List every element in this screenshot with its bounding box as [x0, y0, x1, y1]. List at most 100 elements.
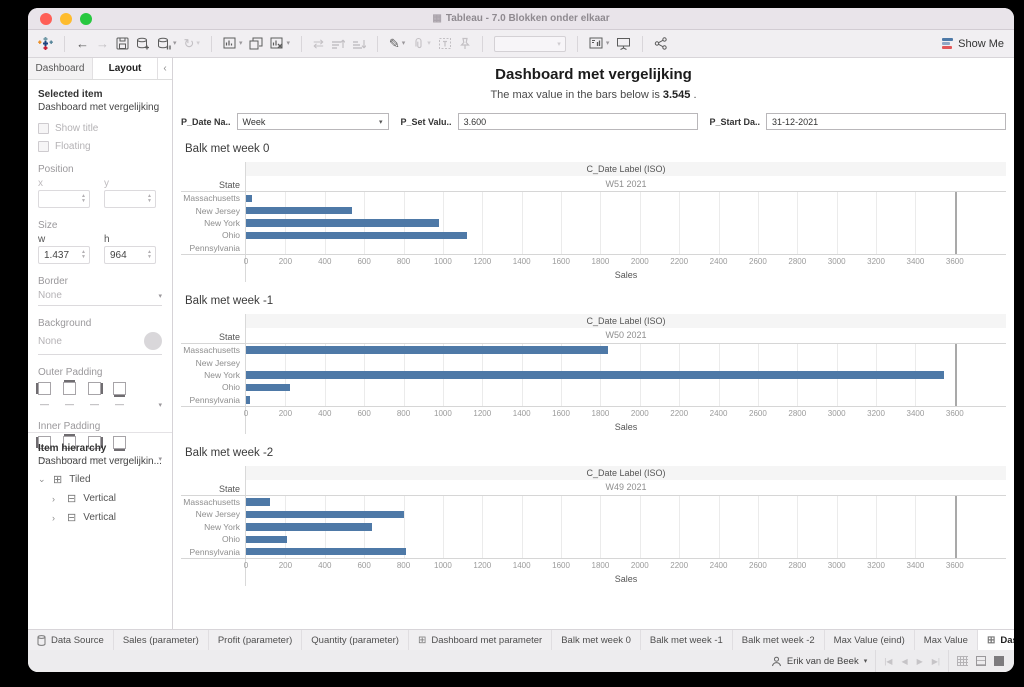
- clear-sheet-button[interactable]: ▾: [270, 37, 290, 50]
- sheet-tab-profit-parameter-[interactable]: Profit (parameter): [209, 630, 302, 650]
- fit-selector[interactable]: ▾: [494, 36, 566, 52]
- show-tabs-view-button[interactable]: [957, 656, 968, 666]
- bar-massachusetts[interactable]: [246, 498, 270, 506]
- category-label[interactable]: Ohio: [222, 533, 240, 545]
- sheet-tab-max-value-eind-[interactable]: Max Value (eind): [825, 630, 915, 650]
- sheet-tab-data-source[interactable]: Data Source: [28, 630, 114, 650]
- x-position-stepper[interactable]: ▲▼: [38, 190, 90, 208]
- param-set-value-input[interactable]: [464, 117, 692, 127]
- bar-new-york[interactable]: [246, 219, 439, 227]
- floating-checkbox[interactable]: [38, 141, 49, 152]
- bar-new-york[interactable]: [246, 523, 372, 531]
- background-select[interactable]: None: [38, 332, 162, 355]
- category-label[interactable]: Massachusetts: [183, 192, 240, 204]
- show-mark-labels-button[interactable]: ▾: [589, 37, 610, 50]
- sheet-tab-max-value[interactable]: Max Value: [915, 630, 978, 650]
- bar-new-jersey[interactable]: [246, 207, 352, 215]
- text-label-button[interactable]: [438, 37, 452, 50]
- fix-axes-pin-button[interactable]: [459, 37, 471, 50]
- x-position-input[interactable]: [39, 194, 75, 205]
- presentation-mode-button[interactable]: [616, 37, 631, 50]
- category-label[interactable]: New Jersey: [196, 508, 240, 520]
- param-start-date-input[interactable]: [772, 117, 1000, 127]
- category-label[interactable]: Massachusetts: [183, 344, 240, 356]
- expander-icon[interactable]: ›: [52, 513, 60, 523]
- undo-button[interactable]: ←: [76, 37, 89, 50]
- sheet-tab-dashboard-met-vergelijking[interactable]: ⊞Dashboard met vergelijking: [978, 630, 1014, 650]
- bar-massachusetts[interactable]: [246, 346, 608, 354]
- tab-dashboard[interactable]: Dashboard: [28, 58, 93, 79]
- new-worksheet-button[interactable]: ▾: [223, 37, 243, 50]
- redo-button[interactable]: →: [96, 37, 109, 50]
- border-select[interactable]: None▾: [38, 290, 162, 306]
- bar-ohio[interactable]: [246, 384, 290, 392]
- bar-new-york[interactable]: [246, 371, 944, 379]
- expander-icon[interactable]: ›: [52, 494, 60, 504]
- bar-new-jersey[interactable]: [246, 511, 404, 519]
- param-start-date-field[interactable]: [766, 113, 1006, 130]
- category-label[interactable]: New Jersey: [196, 356, 240, 368]
- pause-auto-updates-button[interactable]: ▾: [157, 37, 177, 50]
- show-me-button[interactable]: Show Me: [942, 38, 1004, 50]
- bar-massachusetts[interactable]: [246, 195, 252, 203]
- share-button[interactable]: [654, 37, 668, 50]
- category-label[interactable]: New York: [204, 369, 240, 381]
- y-position-input[interactable]: [105, 194, 141, 205]
- highlight-button[interactable]: ✎▾: [389, 37, 405, 50]
- outer-padding-top[interactable]: —: [63, 382, 76, 409]
- sheet-tab-dashboard-met-parameter[interactable]: ⊞Dashboard met parameter: [409, 630, 552, 650]
- sort-descending-button[interactable]: [352, 37, 366, 50]
- category-label[interactable]: Ohio: [222, 229, 240, 241]
- show-filmstrip-view-button[interactable]: [976, 656, 986, 666]
- bar-ohio[interactable]: [246, 232, 467, 240]
- sheet-tab-quantity-parameter-[interactable]: Quantity (parameter): [302, 630, 409, 650]
- tab-layout[interactable]: Layout: [93, 58, 158, 79]
- first-sheet-button[interactable]: |◀: [884, 657, 892, 666]
- category-label[interactable]: New York: [204, 521, 240, 533]
- collapse-pane-button[interactable]: ‹: [158, 58, 172, 79]
- sheet-tab-balk-met-week-1[interactable]: Balk met week -1: [641, 630, 733, 650]
- tree-item-vertical[interactable]: ›⊟Vertical: [52, 492, 162, 505]
- sort-ascending-button[interactable]: [331, 37, 345, 50]
- show-title-checkbox[interactable]: [38, 123, 49, 134]
- tableau-logo-icon[interactable]: [38, 36, 53, 51]
- sheet-tab-balk-met-week-0[interactable]: Balk met week 0: [552, 630, 641, 650]
- sheet-tab-sales-parameter-[interactable]: Sales (parameter): [114, 630, 209, 650]
- category-label[interactable]: Pennsylvania: [189, 242, 240, 254]
- outer-padding-left[interactable]: —: [38, 382, 51, 409]
- bar-pennsylvania[interactable]: [246, 396, 250, 404]
- user-menu[interactable]: Erik van de Beek ▾: [771, 656, 867, 667]
- next-sheet-button[interactable]: ▶: [917, 657, 923, 666]
- save-button[interactable]: [116, 37, 129, 50]
- new-data-source-button[interactable]: [136, 37, 150, 50]
- run-update-button[interactable]: ↻▾: [184, 37, 200, 50]
- height-stepper[interactable]: ▲▼: [104, 246, 156, 264]
- outer-padding-right[interactable]: —: [88, 382, 101, 409]
- param-set-value-field[interactable]: [458, 113, 698, 130]
- bar-ohio[interactable]: [246, 536, 287, 544]
- width-input[interactable]: [39, 250, 75, 261]
- duplicate-sheet-button[interactable]: [249, 37, 263, 50]
- tree-item-vertical[interactable]: ›⊟Vertical: [52, 511, 162, 524]
- category-label[interactable]: Massachusetts: [183, 496, 240, 508]
- y-position-stepper[interactable]: ▲▼: [104, 190, 156, 208]
- outer-padding-dropdown[interactable]: ▾: [158, 401, 162, 409]
- category-label[interactable]: New York: [204, 217, 240, 229]
- swap-rows-columns-button[interactable]: ⇄: [313, 37, 324, 50]
- category-label[interactable]: Ohio: [222, 381, 240, 393]
- background-swatch[interactable]: [144, 332, 162, 350]
- sheet-tab-balk-met-week-2[interactable]: Balk met week -2: [733, 630, 825, 650]
- previous-sheet-button[interactable]: ◀: [901, 657, 907, 666]
- tree-item-tiled[interactable]: ⌄⊞Tiled: [38, 473, 162, 486]
- category-label[interactable]: Pennsylvania: [189, 394, 240, 406]
- titlebar[interactable]: ▦Tableau - 7.0 Blokken onder elkaar: [28, 8, 1014, 30]
- expander-icon[interactable]: ⌄: [38, 474, 46, 485]
- group-members-button[interactable]: ▾: [412, 37, 431, 50]
- bar-pennsylvania[interactable]: [246, 548, 406, 556]
- category-label[interactable]: Pennsylvania: [189, 545, 240, 557]
- param-date-dropdown[interactable]: Week▾: [237, 113, 389, 130]
- last-sheet-button[interactable]: ▶|: [932, 657, 940, 666]
- category-label[interactable]: New Jersey: [196, 204, 240, 216]
- width-stepper[interactable]: ▲▼: [38, 246, 90, 264]
- height-input[interactable]: [105, 250, 141, 261]
